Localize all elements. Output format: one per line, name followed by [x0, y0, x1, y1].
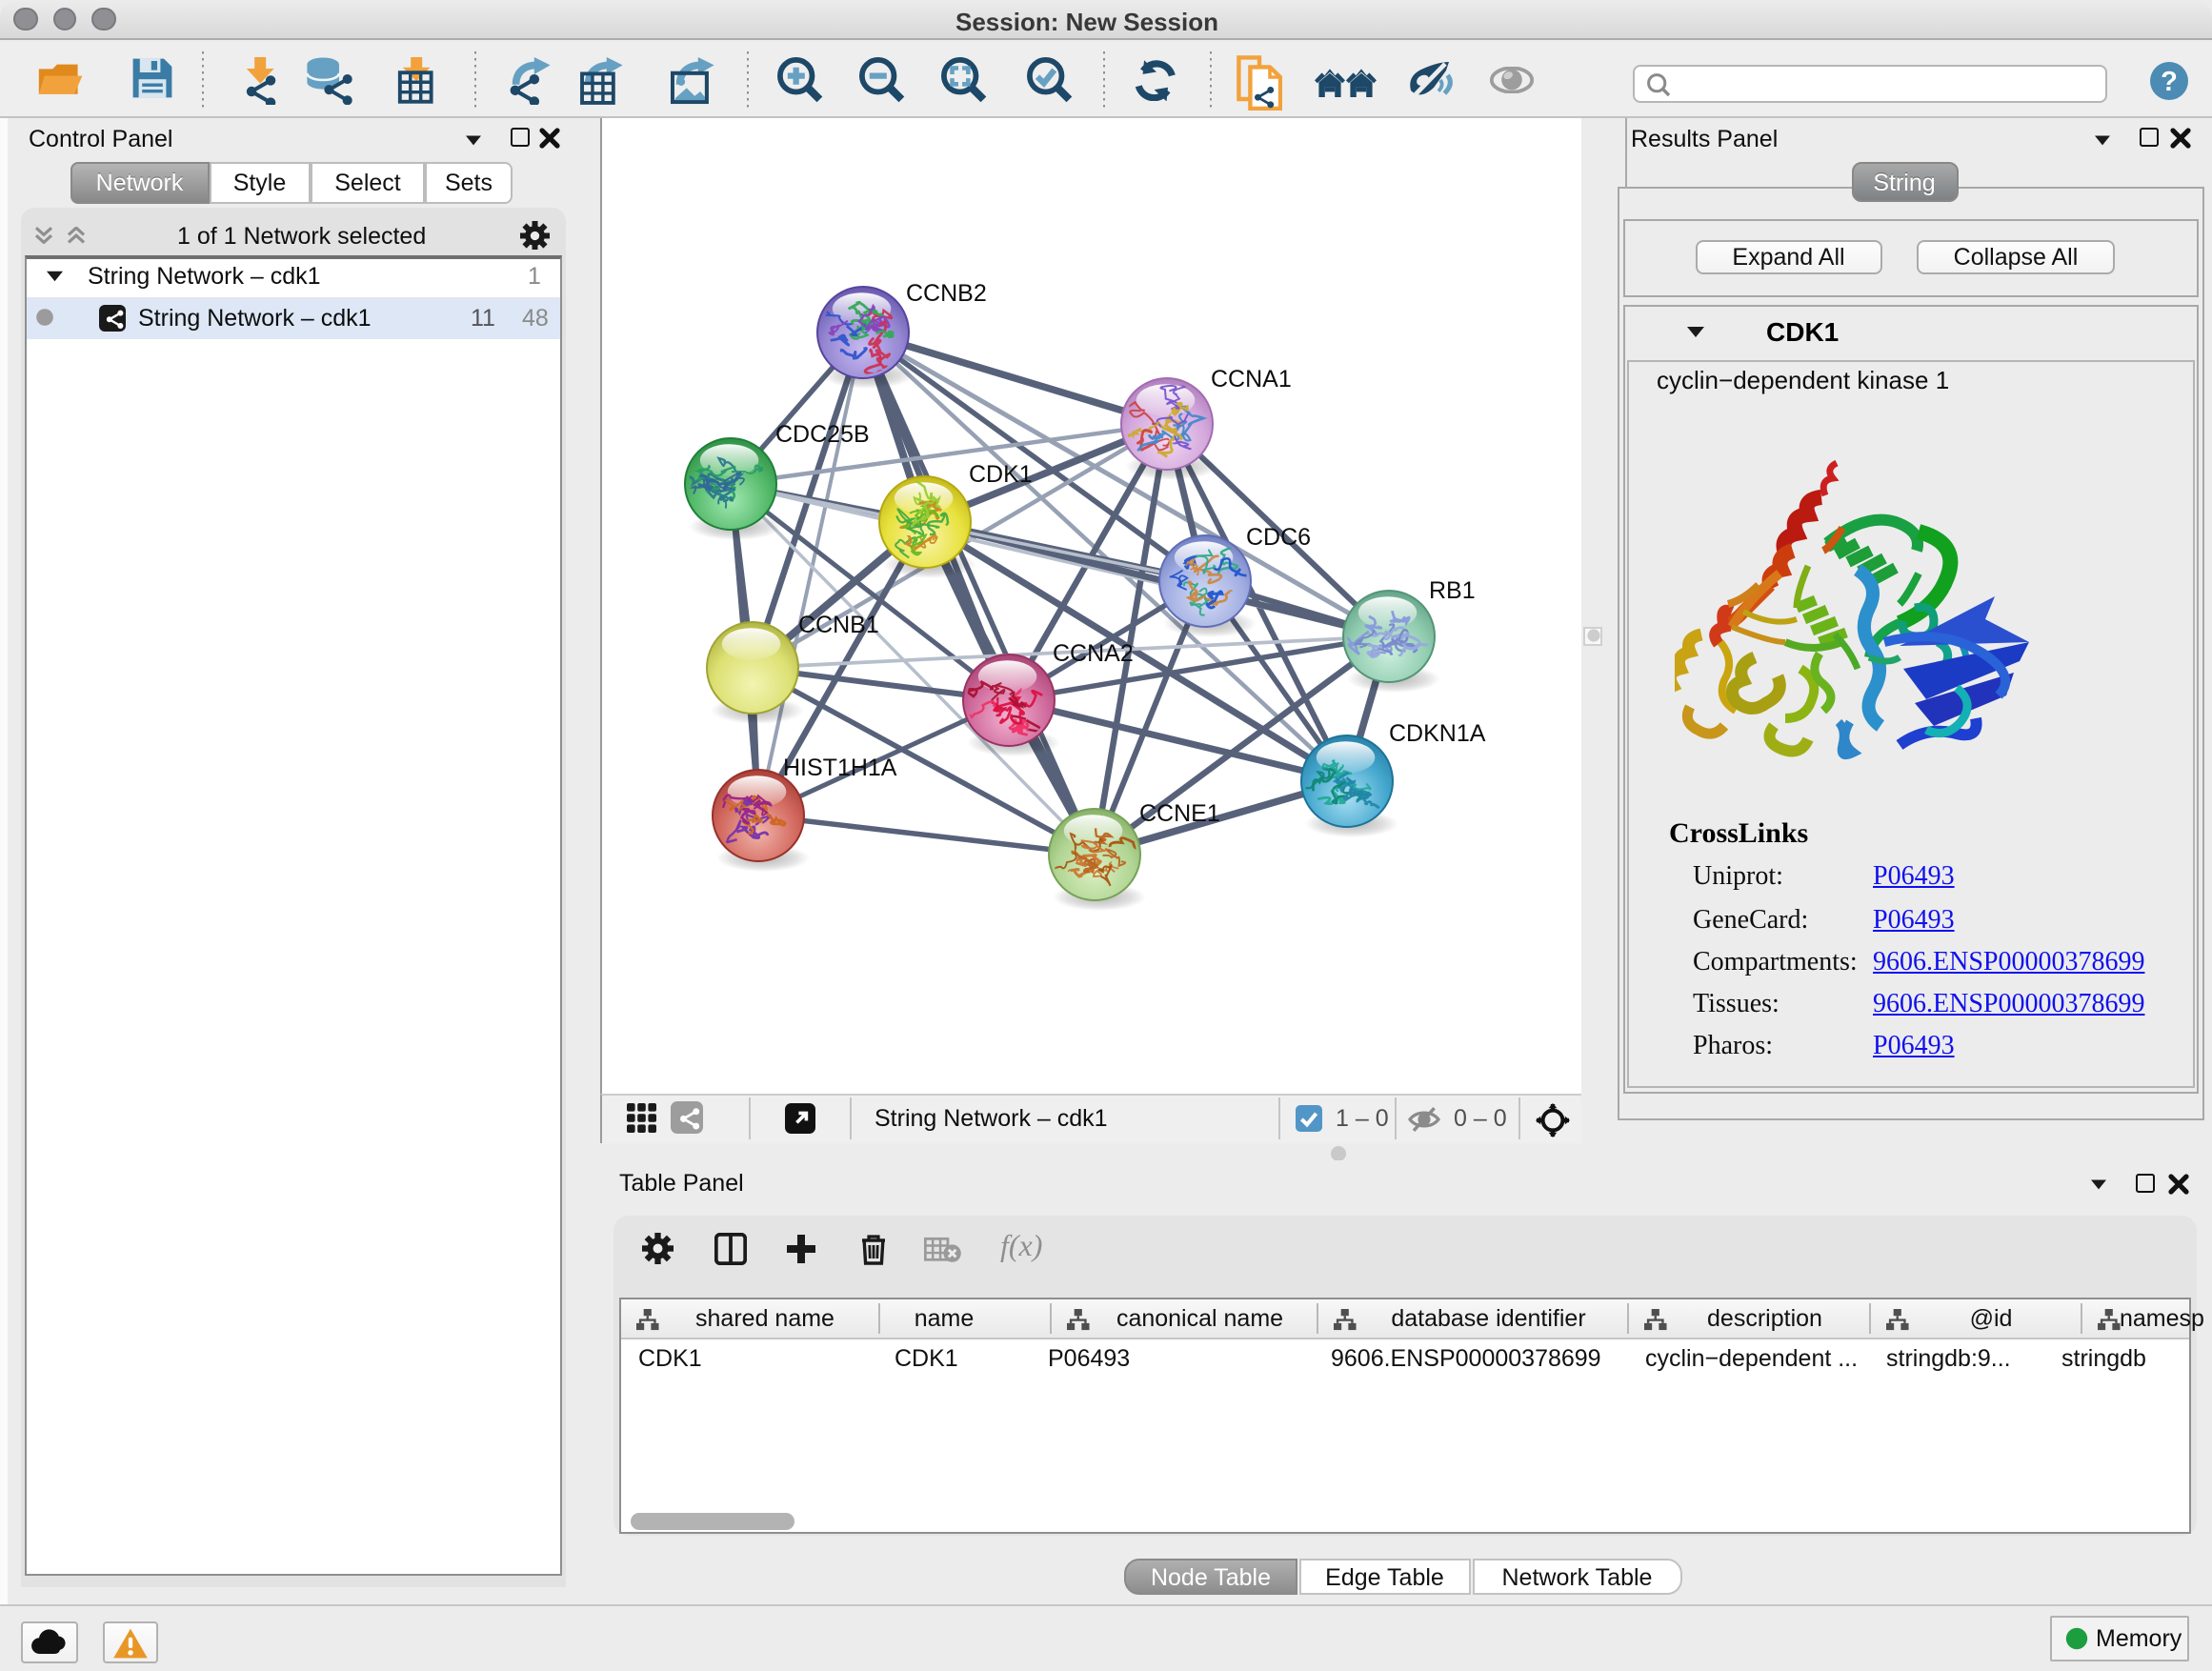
svg-text:CCNB2: CCNB2: [906, 280, 987, 307]
svg-text:CCNA1: CCNA1: [1211, 366, 1292, 393]
svg-text:CDK1: CDK1: [969, 461, 1033, 488]
svg-text:CDKN1A: CDKN1A: [1389, 720, 1486, 747]
svg-text:CDC25B: CDC25B: [775, 421, 870, 448]
svg-text:CCNA2: CCNA2: [1053, 640, 1134, 667]
svg-text:CCNE1: CCNE1: [1139, 800, 1220, 827]
svg-text:?: ?: [2160, 66, 2177, 96]
svg-text:RB1: RB1: [1429, 577, 1476, 604]
svg-text:CCNB1: CCNB1: [798, 612, 879, 638]
svg-text:HIST1H1A: HIST1H1A: [783, 755, 897, 781]
svg-text:CDC6: CDC6: [1246, 524, 1311, 551]
